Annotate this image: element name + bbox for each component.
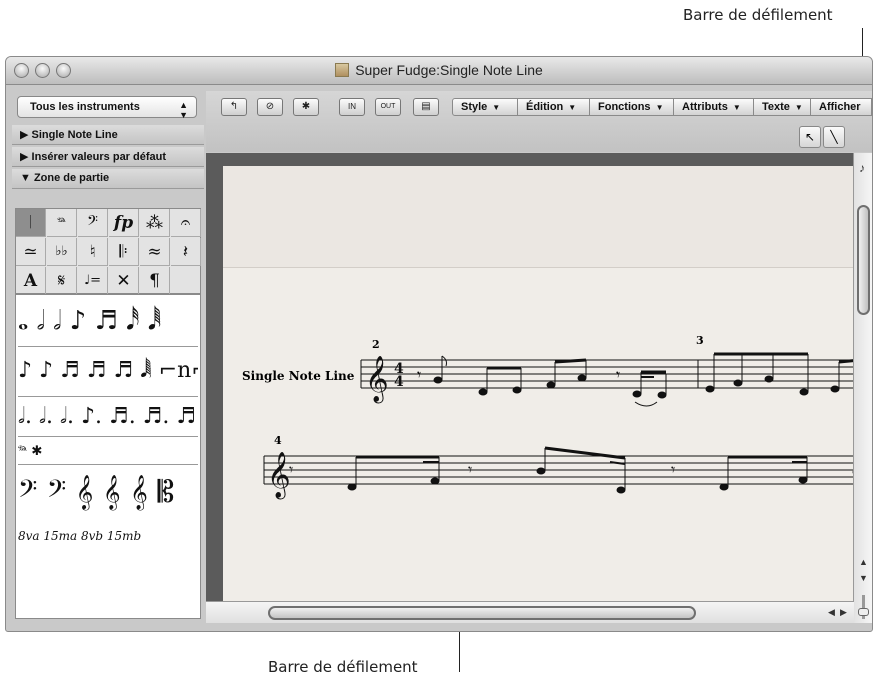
select-arrows-icon: ▲ ▼: [179, 100, 188, 120]
bar-number-4: 4: [274, 434, 282, 447]
scroll-up-arrow-icon[interactable]: ▲: [859, 557, 868, 567]
part-box-palette: 𝄀 𝆮 𝄢 fp ⁂ 𝄐 ≃ ♭♭ ♮ 𝄆 ≈ 𝄽 A 𝄋 ♩= ✕ ¶: [15, 208, 201, 295]
svg-text:4: 4: [394, 374, 404, 390]
menu-edition-label: Édition: [526, 101, 564, 113]
scroll-down-arrow-icon[interactable]: ▼: [859, 573, 868, 583]
palette-dynamics[interactable]: fp: [109, 209, 139, 237]
palette-rests[interactable]: 𝄽: [171, 238, 201, 266]
pointer-tool-icon[interactable]: ↖: [799, 126, 821, 148]
instrument-select-value: Tous les instruments: [30, 101, 140, 113]
svg-text:𝄾: 𝄾: [616, 365, 620, 384]
window-title: Super Fudge:Single Note Line: [6, 62, 872, 78]
menu-edition[interactable]: Édition ▼: [518, 98, 590, 116]
hierarchy-button[interactable]: ↰: [221, 98, 247, 116]
svg-text:𝄾: 𝄾: [417, 365, 421, 384]
section-insert-defaults[interactable]: ▶ Insérer valeurs par défaut: [12, 147, 204, 167]
section-label: Zone de partie: [33, 172, 110, 184]
catch-button[interactable]: ✱: [293, 98, 319, 116]
note-row-octaves[interactable]: 8va 15ma 8vb 15mb: [18, 523, 198, 549]
note-row-dotted[interactable]: 𝅗𝅥. 𝅗𝅥. 𝅗𝅥. ♪. ♬. ♬. ♬.: [18, 397, 198, 437]
zoom-slider-knob[interactable]: [858, 608, 869, 616]
section-single-note-line[interactable]: ▶ Single Note Line: [12, 125, 204, 145]
note-row-pedal[interactable]: 𝆮 ✱: [18, 437, 198, 465]
app-window: Super Fudge:Single Note Line Tous les in…: [5, 56, 873, 632]
menu-style-label: Style: [461, 101, 488, 113]
score-staves: 𝄞 4 4 𝄞 𝄾 𝄾 𝄾 𝄾 𝄾: [263, 352, 860, 500]
section-part-box[interactable]: ▼ Zone de partie: [12, 169, 204, 189]
palette-key-signatures[interactable]: ♭♭: [47, 238, 77, 266]
svg-text:𝄾: 𝄾: [289, 460, 293, 479]
scrollbar-callout-bottom: Barre de défilement: [268, 658, 418, 676]
menu-view[interactable]: Afficher: [811, 98, 872, 116]
score-page[interactable]: 𝄞 4 4 𝄞 𝄾 𝄾 𝄾 𝄾 𝄾 Single Note Line 2 3 4: [223, 166, 860, 603]
scroll-right-arrow-icon[interactable]: ▶: [840, 607, 847, 618]
horizontal-scroll-thumb[interactable]: [268, 606, 696, 620]
svg-text:𝄾: 𝄾: [671, 460, 675, 479]
eighth-note-icon: ♪: [859, 161, 865, 175]
note-row-tuplets[interactable]: ♪ ♪ ♬ ♬ ♬ 𝅘𝅥𝅲 ⌐n⌐: [18, 347, 198, 397]
scroll-left-arrow-icon[interactable]: ◀: [828, 607, 835, 618]
menu-arrow-icon: ▼: [794, 103, 803, 112]
note-row-clefs[interactable]: 𝄢 𝄢 𝄞 𝄞 𝄞 𝄡: [18, 465, 198, 523]
menu-text-label: Texte: [762, 101, 790, 113]
palette-repeats[interactable]: 𝄆: [109, 238, 139, 266]
document-icon: [335, 63, 350, 77]
palette-slurs[interactable]: ≃: [16, 238, 46, 266]
menu-attributes[interactable]: Attributs ▼: [674, 98, 754, 116]
palette-accidentals[interactable]: ♮: [78, 238, 108, 266]
scrollbar-callout-top: Barre de défilement: [683, 6, 833, 24]
menu-view-label: Afficher: [819, 101, 861, 113]
palette-text[interactable]: A: [16, 267, 46, 295]
horizontal-scrollbar[interactable]: ◀ ▶: [206, 601, 854, 623]
palette-fermata[interactable]: 𝄐: [171, 209, 201, 237]
menu-arrow-icon: ▼: [568, 103, 577, 112]
palette-paragraph[interactable]: ¶: [140, 267, 170, 295]
inspector-panel: Tous les instruments ▲ ▼ ▶ Single Note Lin…: [12, 91, 204, 626]
palette-clefs[interactable]: 𝄢: [78, 209, 108, 237]
menu-text[interactable]: Texte ▼: [754, 98, 811, 116]
midi-out-button[interactable]: OUT: [375, 98, 401, 116]
bar-number-3: 3: [696, 334, 704, 347]
svg-text:𝄾: 𝄾: [468, 460, 472, 479]
menu-functions-label: Fonctions: [598, 101, 651, 113]
menu-attributes-label: Attributs: [682, 101, 728, 113]
section-label: Single Note Line: [31, 129, 118, 141]
menu-functions[interactable]: Fonctions ▼: [590, 98, 674, 116]
treble-clef-icon: 𝄞: [267, 452, 291, 500]
window-title-text: Super Fudge:Single Note Line: [355, 62, 543, 78]
treble-clef-icon: 𝄞: [365, 356, 389, 404]
palette-ornaments[interactable]: ⁂: [140, 209, 170, 237]
score-toolbar: ↰ ⊘ ✱ IN OUT ▤ Style ▼ Édition ▼ Fonctions…: [206, 91, 872, 152]
palette-tempo[interactable]: ♩=: [78, 267, 108, 295]
palette-notes[interactable]: 𝄀: [16, 209, 46, 237]
palette-trills[interactable]: ≈: [140, 238, 170, 266]
list-view-button[interactable]: ▤: [413, 98, 439, 116]
link-button[interactable]: ⊘: [257, 98, 283, 116]
menu-arrow-icon: ▼: [732, 103, 741, 112]
midi-in-button[interactable]: IN: [339, 98, 365, 116]
menu-arrow-icon: ▼: [655, 103, 664, 112]
palette-pedal[interactable]: 𝆮: [47, 209, 77, 237]
palette-segno[interactable]: 𝄋: [47, 267, 77, 295]
palette-lines[interactable]: ✕: [109, 267, 139, 295]
note-row-durations[interactable]: 𝅝 𝅗𝅥 𝅗𝅥 ♪ ♬ 𝅘𝅥𝅰 𝅘𝅥𝅱: [18, 297, 198, 347]
pencil-tool-icon[interactable]: ╲: [823, 126, 845, 148]
menu-style[interactable]: Style ▼: [452, 98, 518, 116]
vertical-scrollbar[interactable]: ♪ ▲ ▼: [853, 153, 872, 623]
menu-arrow-icon: ▼: [492, 103, 501, 112]
section-label: Insérer valeurs par défaut: [31, 151, 167, 163]
bar-number-2: 2: [372, 338, 380, 351]
staff-name-label: Single Note Line: [242, 369, 355, 383]
title-bar[interactable]: Super Fudge:Single Note Line: [6, 57, 872, 85]
instrument-select[interactable]: Tous les instruments ▲ ▼: [17, 96, 197, 120]
note-symbols-list: 𝅝 𝅗𝅥 𝅗𝅥 ♪ ♬ 𝅘𝅥𝅰 𝅘𝅥𝅱 ♪ ♪ ♬ ♬ ♬ 𝅘𝅥𝅲 ⌐n⌐ 𝅗𝅥…: [15, 294, 201, 619]
vertical-scroll-thumb[interactable]: [857, 205, 870, 315]
